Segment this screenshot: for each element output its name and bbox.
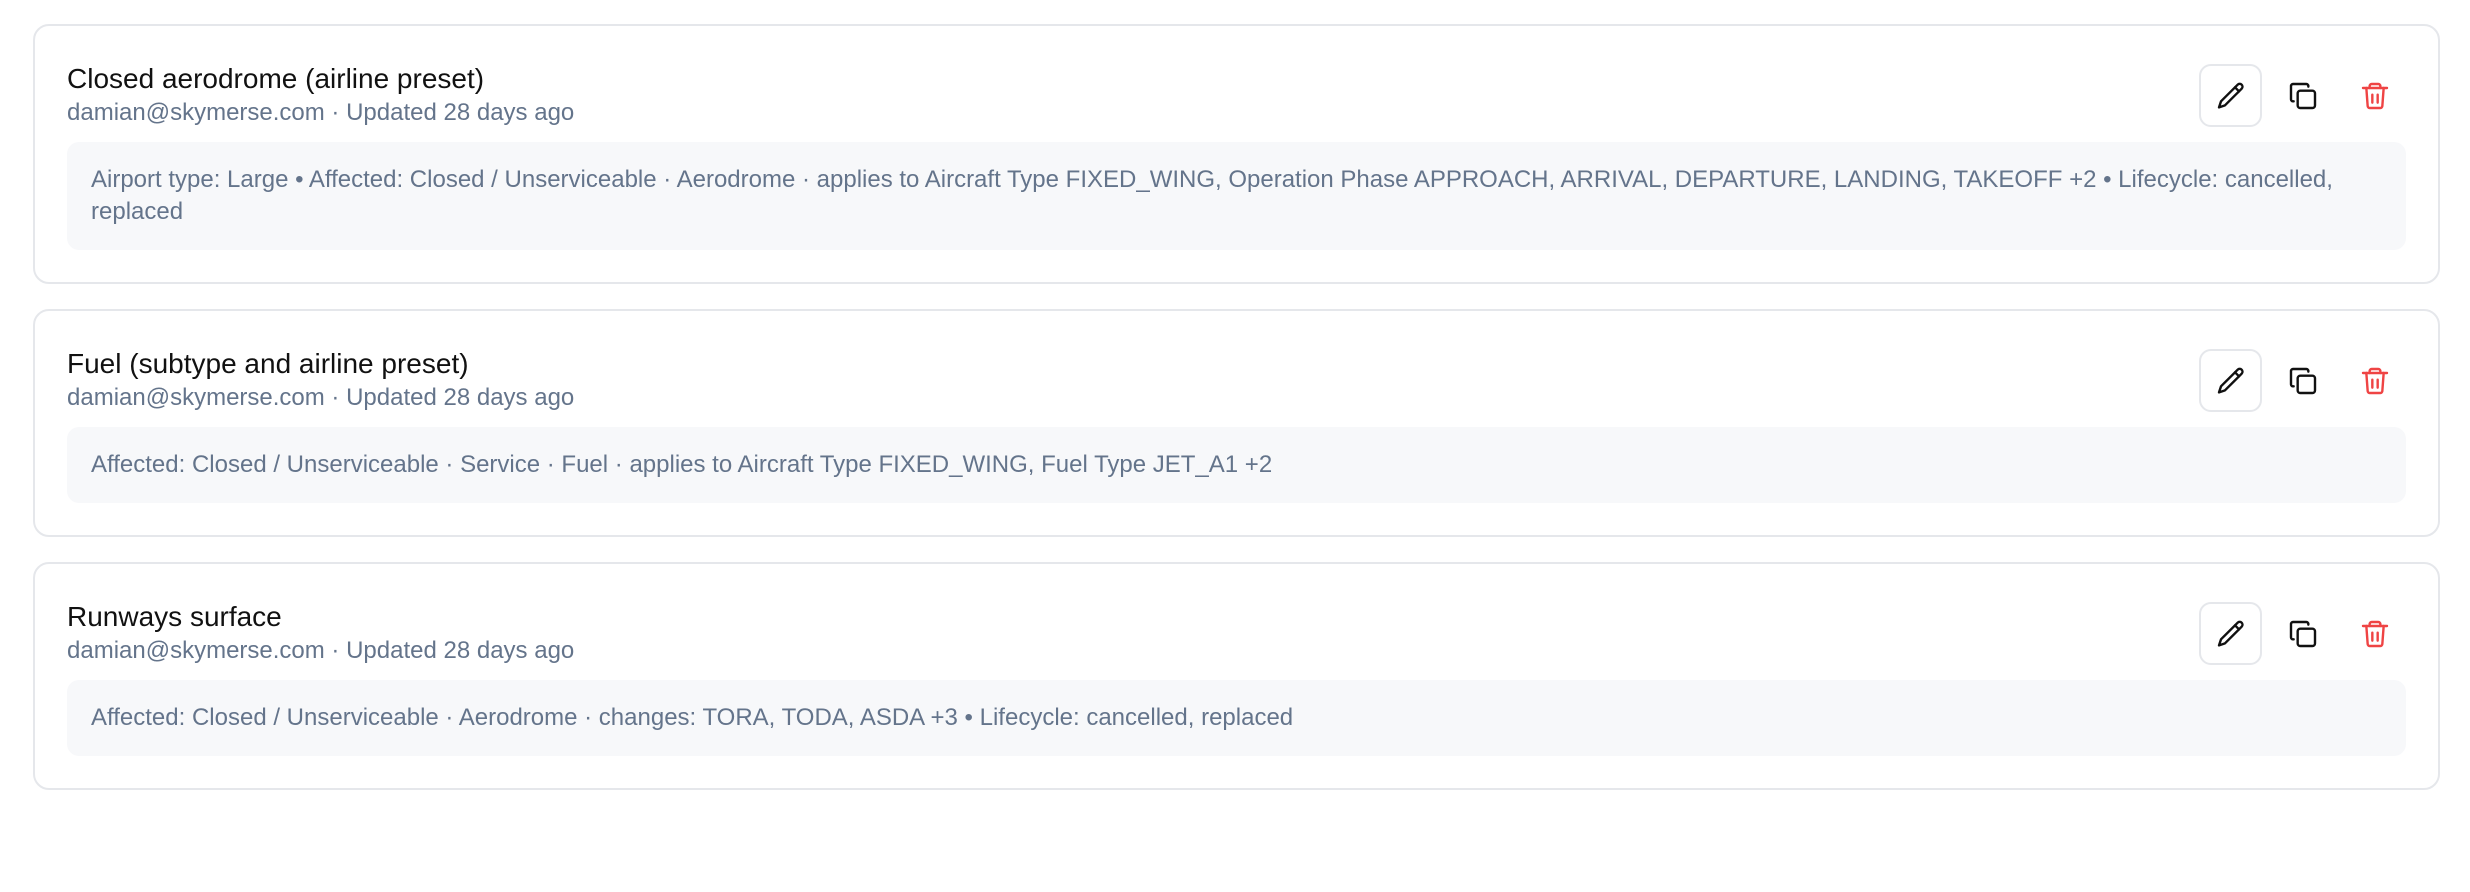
trash-icon bbox=[2361, 82, 2388, 109]
card-meta: damian@skymerse.com · Updated 28 days ag… bbox=[67, 637, 575, 664]
card-header: Closed aerodrome (airline preset) damian… bbox=[67, 62, 2406, 129]
card-header: Fuel (subtype and airline preset) damian… bbox=[67, 347, 2406, 414]
edit-button[interactable] bbox=[2199, 64, 2262, 127]
card-description: Airport type: Large • Affected: Closed /… bbox=[67, 142, 2406, 250]
copy-icon bbox=[2289, 82, 2316, 109]
edit-button[interactable] bbox=[2199, 349, 2262, 412]
copy-icon bbox=[2289, 367, 2316, 394]
card-actions bbox=[2199, 349, 2406, 412]
card-actions bbox=[2199, 602, 2406, 665]
card-meta: damian@skymerse.com · Updated 28 days ag… bbox=[67, 99, 575, 126]
card-header: Runways surface damian@skymerse.com · Up… bbox=[67, 600, 2406, 667]
preset-card: Fuel (subtype and airline preset) damian… bbox=[33, 309, 2440, 537]
card-title: Runways surface bbox=[67, 601, 282, 632]
card-actions bbox=[2199, 64, 2406, 127]
duplicate-button[interactable] bbox=[2271, 602, 2334, 665]
card-description: Affected: Closed / Unserviceable · Aerod… bbox=[67, 680, 2406, 756]
preset-list: Closed aerodrome (airline preset) damian… bbox=[33, 24, 2440, 815]
card-title: Fuel (subtype and airline preset) bbox=[67, 348, 469, 379]
delete-button[interactable] bbox=[2343, 349, 2406, 412]
card-meta: damian@skymerse.com · Updated 28 days ag… bbox=[67, 384, 575, 411]
trash-icon bbox=[2361, 367, 2388, 394]
pencil-icon bbox=[2217, 367, 2244, 394]
duplicate-button[interactable] bbox=[2271, 349, 2334, 412]
delete-button[interactable] bbox=[2343, 602, 2406, 665]
preset-card: Runways surface damian@skymerse.com · Up… bbox=[33, 562, 2440, 790]
duplicate-button[interactable] bbox=[2271, 64, 2334, 127]
preset-card: Closed aerodrome (airline preset) damian… bbox=[33, 24, 2440, 284]
card-description: Affected: Closed / Unserviceable · Servi… bbox=[67, 427, 2406, 503]
pencil-icon bbox=[2217, 620, 2244, 647]
trash-icon bbox=[2361, 620, 2388, 647]
copy-icon bbox=[2289, 620, 2316, 647]
card-title: Closed aerodrome (airline preset) bbox=[67, 63, 485, 94]
pencil-icon bbox=[2217, 82, 2244, 109]
edit-button[interactable] bbox=[2199, 602, 2262, 665]
delete-button[interactable] bbox=[2343, 64, 2406, 127]
